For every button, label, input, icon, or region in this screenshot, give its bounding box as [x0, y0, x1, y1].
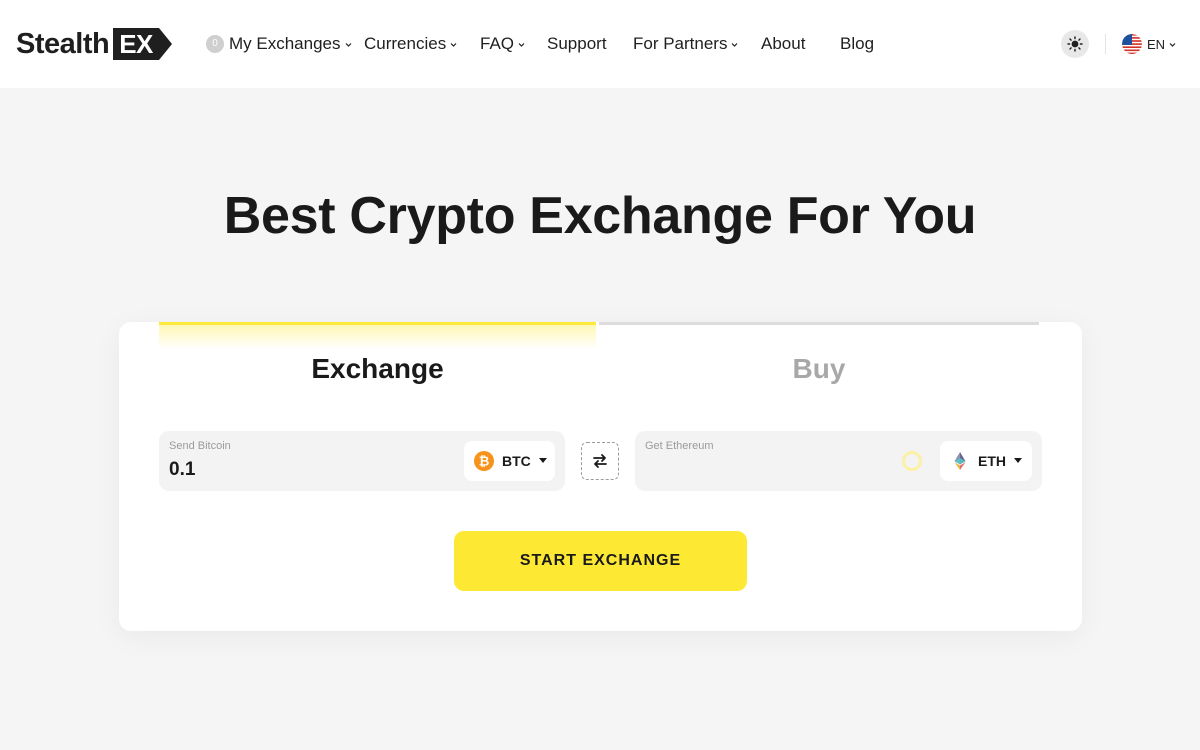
send-currency-ticker: BTC: [502, 453, 531, 469]
chevron-down-icon: [1169, 42, 1176, 47]
nav-blog[interactable]: Blog: [840, 33, 874, 55]
get-amount-field[interactable]: Get Ethereum ETH: [635, 431, 1042, 491]
logo-wordmark: Stealth: [16, 28, 110, 60]
nav-about-label: About: [761, 34, 806, 53]
header-divider: [1105, 34, 1106, 54]
svg-text:₿: ₿: [479, 454, 490, 469]
theme-toggle-button[interactable]: [1061, 30, 1089, 58]
bitcoin-icon: ₿: [474, 451, 494, 471]
nav-my-exchanges-label: My Exchanges: [229, 34, 341, 53]
start-exchange-button[interactable]: START EXCHANGE: [454, 531, 747, 591]
stealthex-logo[interactable]: Stealth EX: [16, 28, 173, 60]
tab-exchange-label: Exchange: [311, 353, 444, 384]
nav-for-partners-label: For Partners: [633, 34, 728, 53]
nav-my-exchanges[interactable]: 0 My Exchanges: [206, 33, 364, 55]
tab-buy[interactable]: Buy: [599, 322, 1039, 402]
nav-support[interactable]: Support: [547, 33, 633, 55]
caret-down-icon: [538, 458, 547, 463]
main-nav: 0 My Exchanges Currencies FAQ Support Fo…: [206, 33, 874, 55]
swap-currencies-button[interactable]: [581, 442, 619, 480]
ethereum-icon: [954, 452, 966, 470]
caret-down-icon: [1014, 458, 1022, 463]
tab-inactive-indicator: [599, 322, 1039, 325]
nav-currencies[interactable]: Currencies: [364, 33, 480, 55]
us-flag-icon: [1122, 34, 1142, 54]
exchanges-count-badge: 0: [206, 35, 224, 53]
chevron-down-icon: [732, 42, 738, 47]
nav-support-label: Support: [547, 34, 607, 53]
language-selector[interactable]: EN: [1122, 34, 1176, 54]
nav-for-partners[interactable]: For Partners: [633, 33, 761, 55]
page-title: Best Crypto Exchange For You: [223, 187, 977, 245]
site-header: Stealth EX 0 My Exchanges Currencies FAQ…: [0, 0, 1200, 88]
nav-about[interactable]: About: [761, 33, 840, 55]
tab-buy-label: Buy: [792, 353, 846, 384]
get-field-label: Get Ethereum: [645, 440, 714, 452]
get-currency-select[interactable]: ETH: [940, 441, 1032, 481]
loading-spinner: [902, 451, 922, 471]
send-amount-input[interactable]: 0.1: [169, 459, 195, 481]
nav-blog-label: Blog: [840, 34, 875, 53]
send-field-label: Send Bitcoin: [169, 440, 231, 452]
nav-faq-label: FAQ: [480, 34, 515, 53]
nav-currencies-label: Currencies: [364, 34, 447, 53]
logo-badge-text: EX: [119, 29, 153, 59]
send-amount-field[interactable]: Send Bitcoin 0.1 ₿ BTC: [159, 431, 565, 491]
tab-active-glow: [159, 325, 596, 349]
get-currency-ticker: ETH: [978, 453, 1006, 469]
sun-icon: [1067, 36, 1083, 52]
exchange-widget: Exchange Buy Send Bitcoin 0.1 ₿ BTC Get …: [119, 322, 1082, 631]
nav-faq[interactable]: FAQ: [480, 33, 547, 55]
chevron-down-icon: [345, 42, 351, 47]
send-currency-select[interactable]: ₿ BTC: [464, 441, 555, 481]
chevron-down-icon: [450, 42, 457, 47]
tab-exchange[interactable]: Exchange: [159, 322, 596, 402]
chevron-down-icon: [518, 42, 525, 47]
logo-badge: EX: [113, 28, 173, 60]
swap-arrows-icon: [593, 454, 607, 468]
language-code: EN: [1147, 36, 1166, 52]
